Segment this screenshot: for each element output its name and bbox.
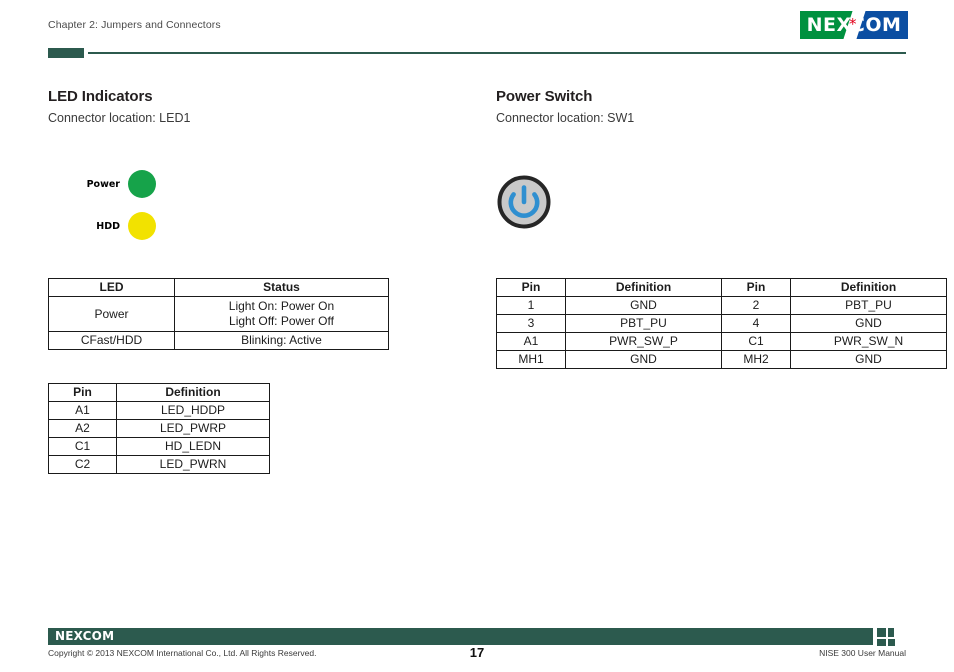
cell-definition-b: GND: [790, 350, 947, 369]
cell-definition: HD_LEDN: [116, 437, 270, 456]
col-header-definition-a: Definition: [565, 278, 722, 297]
col-header-definition: Definition: [116, 383, 270, 402]
cell-definition-a: GND: [565, 350, 722, 369]
page-number: 17: [469, 645, 485, 660]
table-row: C2 LED_PWRN: [48, 455, 270, 474]
table-row: C1 HD_LEDN: [48, 437, 270, 456]
cell-pin-a: MH1: [496, 350, 566, 369]
led-dot-power-icon: [128, 170, 156, 198]
header-rule: [48, 48, 906, 58]
cell-definition: LED_PWRN: [116, 455, 270, 474]
footer-square-1: [877, 628, 886, 637]
cell-pin-b: 2: [721, 296, 791, 315]
cell-led-status: Blinking: Active: [174, 331, 389, 350]
led-diagram: Power HDD: [48, 160, 248, 252]
led-dot-hdd-icon: [128, 212, 156, 240]
cell-pin: A2: [48, 419, 117, 438]
table-row: MH1 GND MH2 GND: [496, 350, 947, 369]
cell-pin: A1: [48, 401, 117, 420]
led-row-power: Power: [48, 170, 156, 198]
cell-led-status: Light On: Power On Light Off: Power Off: [174, 296, 389, 332]
power-switch-section: Power Switch Connector location: SW1: [496, 88, 916, 125]
cell-definition-b: GND: [790, 314, 947, 333]
power-button-icon: [497, 175, 551, 229]
cell-definition-a: PWR_SW_P: [565, 332, 722, 351]
table-row: CFast/HDD Blinking: Active: [48, 331, 389, 350]
table-row: A2 LED_PWRP: [48, 419, 270, 438]
cell-definition: LED_PWRP: [116, 419, 270, 438]
cell-led-name: Power: [48, 296, 175, 332]
cell-definition-a: PBT_PU: [565, 314, 722, 333]
cell-definition-a: GND: [565, 296, 722, 315]
cell-led-name: CFast/HDD: [48, 331, 175, 350]
cell-pin: C1: [48, 437, 117, 456]
led-label-power: Power: [86, 178, 120, 190]
footer-bar: NEXCOM: [48, 628, 873, 645]
cell-definition-b: PWR_SW_N: [790, 332, 947, 351]
table-header-row: Pin Definition Pin Definition: [496, 278, 947, 297]
table-row: A1 PWR_SW_P C1 PWR_SW_N: [496, 332, 947, 351]
header-rule-line: [88, 52, 906, 54]
cell-pin-a: 3: [496, 314, 566, 333]
led-row-hdd: HDD: [48, 212, 156, 240]
table-row: A1 LED_HDDP: [48, 401, 270, 420]
col-header-pin-a: Pin: [496, 278, 566, 297]
cell-pin-a: A1: [496, 332, 566, 351]
led-indicators-section: LED Indicators Connector location: LED1: [48, 88, 468, 125]
led-status-table: LED Status Power Light On: Power On Ligh…: [48, 278, 389, 350]
table-header-row: LED Status: [48, 278, 389, 297]
table-row: Power Light On: Power On Light Off: Powe…: [48, 296, 389, 332]
nexcom-logo: NEXCOM *: [800, 11, 908, 39]
connector-location-led: Connector location: LED1: [48, 111, 191, 125]
header-rule-block: [48, 48, 84, 58]
status-line-1: Light On: Power On: [228, 299, 335, 313]
table-row: 3 PBT_PU 4 GND: [496, 314, 947, 333]
page-title-led: LED Indicators: [48, 88, 153, 105]
footer-square-2: [888, 628, 894, 637]
power-switch-pin-table: Pin Definition Pin Definition 1 GND 2 PB…: [496, 278, 947, 369]
footer-manual-title: NISE 300 User Manual: [819, 648, 906, 658]
table-row: 1 GND 2 PBT_PU: [496, 296, 947, 315]
cell-pin-a: 1: [496, 296, 566, 315]
chapter-breadcrumb: Chapter 2: Jumpers and Connectors: [48, 19, 221, 31]
connector-location-sw: Connector location: SW1: [496, 111, 635, 125]
col-header-definition-b: Definition: [790, 278, 947, 297]
power-button-diagram: [497, 175, 551, 229]
cell-definition: LED_HDDP: [116, 401, 270, 420]
col-header-led: LED: [48, 278, 175, 297]
cell-pin-b: MH2: [721, 350, 791, 369]
status-line-2: Light Off: Power Off: [229, 314, 334, 328]
cell-pin-b: C1: [721, 332, 791, 351]
led-pin-definition-table: Pin Definition A1 LED_HDDP A2 LED_PWRP C…: [48, 383, 270, 474]
footer-nexcom-logo: NEXCOM: [55, 629, 115, 643]
col-header-pin-b: Pin: [721, 278, 791, 297]
cell-pin: C2: [48, 455, 117, 474]
cell-pin-b: 4: [721, 314, 791, 333]
cell-definition-b: PBT_PU: [790, 296, 947, 315]
col-header-pin: Pin: [48, 383, 117, 402]
logo-star-icon: *: [849, 15, 857, 33]
led-label-hdd: HDD: [96, 220, 120, 232]
col-header-status: Status: [174, 278, 389, 297]
table-header-row: Pin Definition: [48, 383, 270, 402]
page-title-power-switch: Power Switch: [496, 88, 593, 105]
